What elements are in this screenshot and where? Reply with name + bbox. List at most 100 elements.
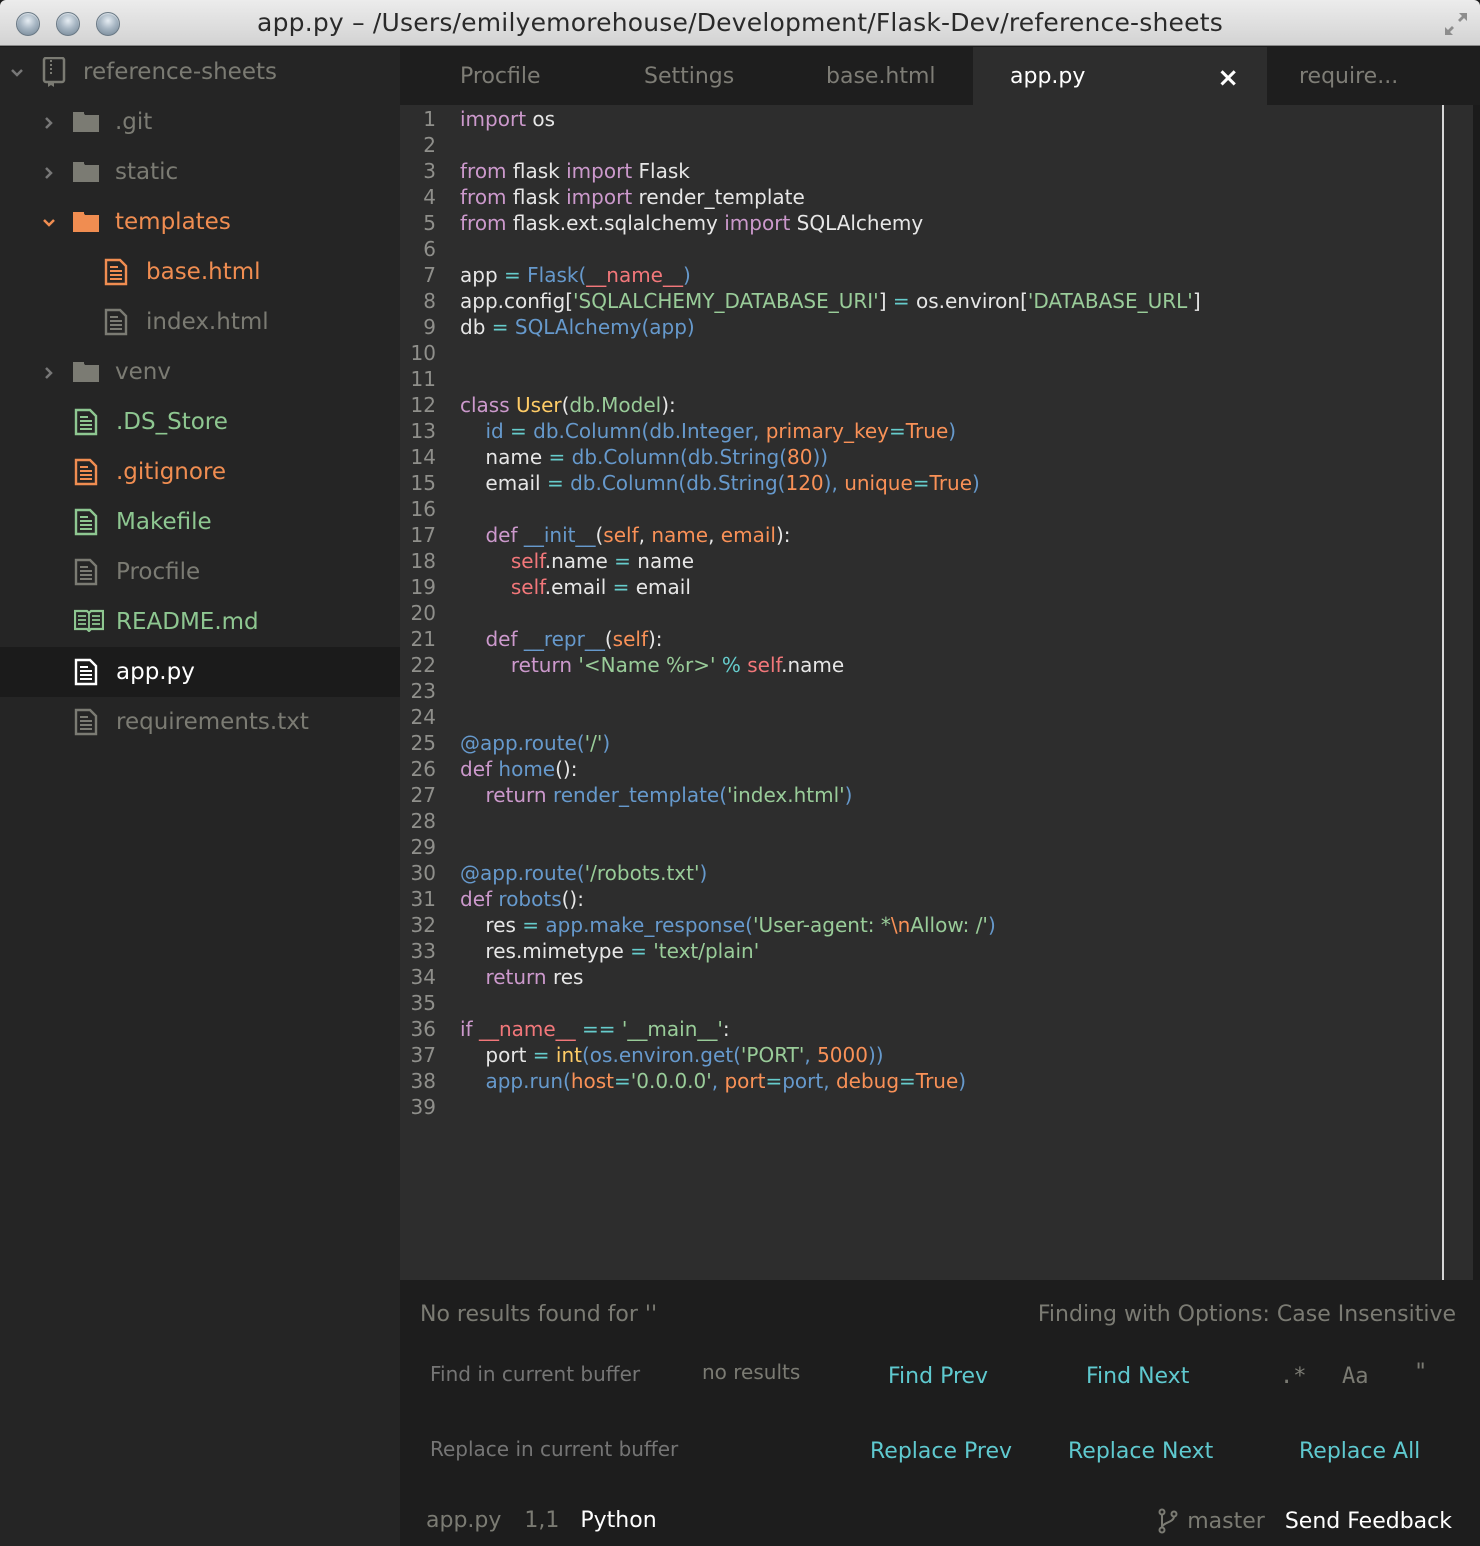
code-line[interactable]: 38 app.run(host='0.0.0.0', port=port, de…	[400, 1068, 1440, 1094]
code-token: name	[651, 523, 709, 547]
code-line[interactable]: 28	[400, 808, 1440, 834]
code-line[interactable]: 19 self.email = email	[400, 574, 1440, 600]
line-number: 36	[410, 1017, 436, 1041]
tree-file-requirements-txt[interactable]: requirements.txt	[0, 697, 400, 747]
tree-file-ds-store[interactable]: .DS_Store	[0, 397, 400, 447]
tree-folder-static[interactable]: static	[0, 147, 400, 197]
whole-word-toggle[interactable]: "	[1414, 1360, 1427, 1385]
code-line[interactable]: 3 from flask import Flask	[400, 158, 1440, 184]
code-line[interactable]: 6	[400, 236, 1440, 262]
tab-requirements[interactable]: require...	[1267, 47, 1457, 105]
tree-file-readme-md[interactable]: README.md	[0, 597, 400, 647]
tree-folder-git[interactable]: .git	[0, 97, 400, 147]
code-line[interactable]: 12 class User(db.Model):	[400, 392, 1440, 418]
code-line[interactable]: 30 @app.route('/robots.txt')	[400, 860, 1440, 886]
code-line[interactable]: 25 @app.route('/')	[400, 730, 1440, 756]
tree-folder-venv[interactable]: venv	[0, 347, 400, 397]
code-line[interactable]: 13 id = db.Column(db.Integer, primary_ke…	[400, 418, 1440, 444]
code-line[interactable]: 14 name = db.Column(db.String(80))	[400, 444, 1440, 470]
git-branch-icon	[1157, 1508, 1179, 1534]
tab-base-html[interactable]: base.html	[780, 47, 973, 105]
git-branch-label[interactable]: master	[1187, 1509, 1265, 1534]
tree-view: reference-sheets .git static templates base…	[0, 47, 400, 1546]
replace-all-button[interactable]: Replace All	[1299, 1439, 1420, 1464]
code-line[interactable]: 27 return render_template('index.html')	[400, 782, 1440, 808]
tree-item-label: .gitignore	[116, 459, 227, 485]
code-editor[interactable]: 1 import os 2 3 from flask import Flask 4 from…	[400, 105, 1480, 1280]
code-token: os.environ[	[909, 289, 1028, 313]
code-line[interactable]: 22 return '<Name %r>' % self.name	[400, 652, 1440, 678]
status-cursor-position[interactable]: 1,1	[524, 1508, 559, 1533]
tab-settings[interactable]: Settings	[590, 47, 780, 105]
tree-file-procfile[interactable]: Procfile	[0, 547, 400, 597]
tab-procfile[interactable]: Procfile	[400, 47, 590, 105]
code-line[interactable]: 32 res = app.make_response('User-agent: …	[400, 912, 1440, 938]
code-text: class User(db.Model):	[460, 392, 676, 418]
tree-folder-templates[interactable]: templates	[0, 197, 400, 247]
replace-prev-button[interactable]: Replace Prev	[870, 1439, 1012, 1464]
line-number: 1	[423, 107, 436, 131]
replace-next-button[interactable]: Replace Next	[1068, 1439, 1213, 1464]
line-number: 33	[410, 939, 436, 963]
code-line[interactable]: 15 email = db.Column(db.String(120), uni…	[400, 470, 1440, 496]
case-sensitive-toggle[interactable]: Aa	[1342, 1364, 1369, 1389]
code-line[interactable]: 36 if __name__ == '__main__':	[400, 1016, 1440, 1042]
code-line[interactable]: 5 from flask.ext.sqlalchemy import SQLAlc…	[400, 210, 1440, 236]
code-token: .name	[781, 653, 845, 677]
code-line[interactable]: 24	[400, 704, 1440, 730]
line-number: 13	[410, 419, 436, 443]
code-token: db.Column(db.String(	[565, 445, 788, 469]
code-line[interactable]: 39	[400, 1094, 1440, 1120]
code-line[interactable]: 16	[400, 496, 1440, 522]
status-grammar[interactable]: Python	[580, 1508, 656, 1533]
code-line[interactable]: 21 def __repr__(self):	[400, 626, 1440, 652]
code-line[interactable]: 9 db = SQLAlchemy(app)	[400, 314, 1440, 340]
tree-file-base-html[interactable]: base.html	[0, 247, 400, 297]
code-line[interactable]: 8 app.config['SQLALCHEMY_DATABASE_URI'] =…	[400, 288, 1440, 314]
find-next-button[interactable]: Find Next	[1086, 1364, 1189, 1389]
tree-file-app-py[interactable]: app.py	[0, 647, 400, 697]
project-root[interactable]: reference-sheets	[0, 47, 400, 97]
line-number: 35	[410, 991, 436, 1015]
code-token: =	[612, 575, 630, 599]
code-line[interactable]: 20	[400, 600, 1440, 626]
code-token: ]	[1192, 289, 1201, 313]
code-token: unique	[844, 471, 913, 495]
find-input[interactable]	[430, 1362, 690, 1386]
code-line[interactable]: 23	[400, 678, 1440, 704]
code-line[interactable]: 2	[400, 132, 1440, 158]
code-token: self	[612, 627, 648, 651]
code-line[interactable]: 1 import os	[400, 106, 1440, 132]
code-line[interactable]: 34 return res	[400, 964, 1440, 990]
tree-item-label: venv	[115, 359, 171, 385]
find-prev-button[interactable]: Find Prev	[888, 1364, 988, 1389]
code-line[interactable]: 10	[400, 340, 1440, 366]
code-line[interactable]: 33 res.mimetype = 'text/plain'	[400, 938, 1440, 964]
send-feedback-link[interactable]: Send Feedback	[1285, 1509, 1452, 1534]
code-text: @app.route('/')	[460, 730, 610, 756]
tree-file-makefile[interactable]: Makefile	[0, 497, 400, 547]
tree-item-label: templates	[115, 209, 231, 235]
code-line[interactable]: 31 def robots():	[400, 886, 1440, 912]
tab-app-py[interactable]: app.py ×	[973, 47, 1267, 105]
regex-toggle[interactable]: .*	[1280, 1364, 1307, 1389]
line-number: 31	[410, 887, 436, 911]
code-line[interactable]: 35	[400, 990, 1440, 1016]
close-tab-icon[interactable]: ×	[1217, 63, 1239, 93]
fullscreen-icon[interactable]	[1442, 10, 1470, 38]
code-line[interactable]: 26 def home():	[400, 756, 1440, 782]
code-line[interactable]: 7 app = Flask(__name__)	[400, 262, 1440, 288]
tree-file-index-html[interactable]: index.html	[0, 297, 400, 347]
tree-file-gitignore[interactable]: .gitignore	[0, 447, 400, 497]
line-number: 26	[410, 757, 436, 781]
code-line[interactable]: 37 port = int(os.environ.get('PORT', 500…	[400, 1042, 1440, 1068]
code-token: ),	[823, 471, 845, 495]
code-line[interactable]: 18 self.name = name	[400, 548, 1440, 574]
code-line[interactable]: 4 from flask import render_template	[400, 184, 1440, 210]
code-token: 'text/plain'	[646, 939, 760, 963]
code-line[interactable]: 17 def __init__(self, name, email):	[400, 522, 1440, 548]
status-file-name[interactable]: app.py	[426, 1508, 501, 1533]
code-line[interactable]: 29	[400, 834, 1440, 860]
replace-input[interactable]	[430, 1437, 730, 1461]
code-line[interactable]: 11	[400, 366, 1440, 392]
